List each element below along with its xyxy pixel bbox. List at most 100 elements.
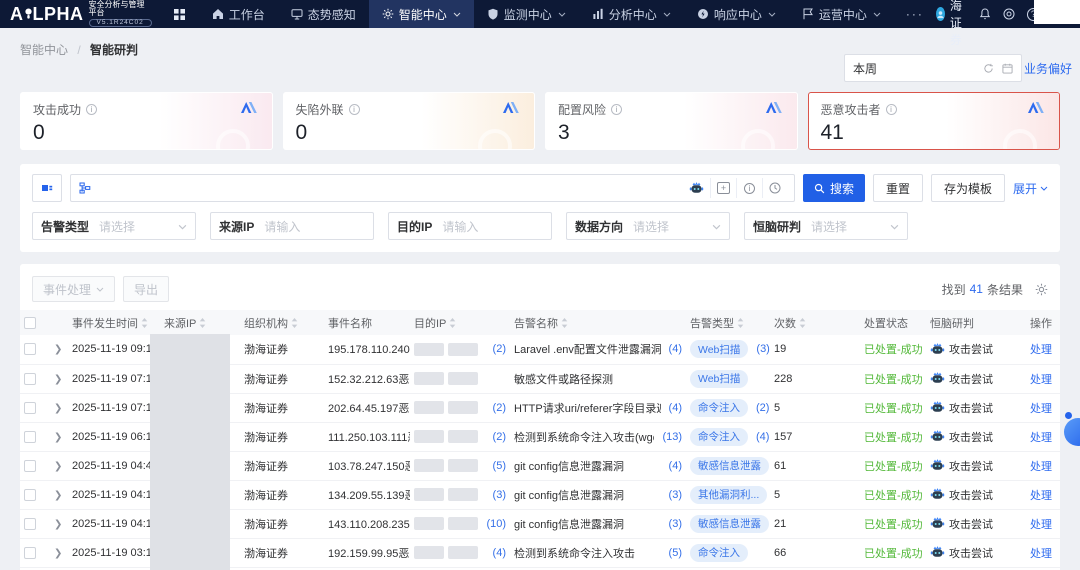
filter-3[interactable]: 数据方向 请选择 <box>566 212 730 240</box>
history-clock-icon[interactable] <box>761 178 788 198</box>
target-icon[interactable] <box>1003 8 1015 20</box>
card-title: 配置风险 <box>558 103 607 117</box>
export-button[interactable]: 导出 <box>123 276 170 302</box>
filter-1[interactable]: 来源IP 请输入 <box>210 212 374 240</box>
info-icon[interactable]: i <box>348 104 360 115</box>
nav-item-5[interactable]: 响应中心 <box>684 0 789 28</box>
save-template-button[interactable]: 存为模板 <box>930 174 1005 202</box>
col-header[interactable]: 告警名称 <box>510 310 686 335</box>
expand-link[interactable]: 展开 <box>1013 180 1048 197</box>
stat-card-3[interactable]: 恶意攻击者 i 41 <box>807 92 1060 150</box>
refresh-icon[interactable] <box>983 63 994 74</box>
hierarchy-icon[interactable] <box>79 182 91 194</box>
apps-grid-icon[interactable] <box>173 8 185 20</box>
expand-row-icon[interactable]: ❯ <box>54 374 62 385</box>
alert-name[interactable]: git config信息泄露漏洞 (3) <box>510 480 686 510</box>
col-header[interactable]: 来源IP <box>160 310 240 335</box>
nav-item-3[interactable]: 监测中心 <box>474 0 579 28</box>
row-checkbox[interactable] <box>24 401 36 414</box>
info-icon[interactable]: i <box>86 104 98 115</box>
col-header[interactable]: 告警类型 <box>686 310 770 335</box>
filter-4[interactable]: 恒脑研判 请选择 <box>744 212 908 240</box>
filter-2[interactable]: 目的IP 请输入 <box>388 212 552 240</box>
reset-button[interactable]: 重置 <box>872 174 923 202</box>
dest-ip <box>410 364 510 394</box>
row-checkbox[interactable] <box>24 430 36 443</box>
col-header[interactable]: 组织机构 <box>240 310 324 335</box>
handle-action-link[interactable]: 处理 <box>1030 374 1052 386</box>
nav-item-1[interactable]: 态势感知 <box>278 0 369 28</box>
expand-row-icon[interactable]: ❯ <box>54 403 62 414</box>
card-value: 0 <box>33 121 45 144</box>
col-header[interactable]: 事件发生时间 <box>68 310 160 335</box>
ai-verdict: 攻击尝试 <box>926 335 1026 365</box>
add-field-icon[interactable]: + <box>709 178 736 198</box>
expand-row-icon[interactable]: ❯ <box>54 344 62 355</box>
result-count-value: 41 <box>969 282 983 296</box>
stat-card-1[interactable]: 失陷外联 i 0 <box>282 92 535 150</box>
business-preference-link[interactable]: 业务偏好 <box>1024 60 1072 77</box>
search-button[interactable]: 搜索 <box>802 174 865 202</box>
handle-action-link[interactable]: 处理 <box>1030 490 1052 502</box>
view-toggle-button[interactable] <box>32 174 62 202</box>
alert-name[interactable]: Laravel .env配置文件泄露漏洞(CVE-201...(4) <box>510 335 686 365</box>
column-settings-icon[interactable] <box>1035 283 1048 296</box>
stat-cards: 攻击成功 i 0 失陷外联 i 0 配置风险 i 3 恶意攻击者 i 41 <box>20 92 1060 150</box>
occurrence-count: 21 <box>770 509 860 539</box>
select-all-checkbox[interactable] <box>20 310 50 335</box>
avatar <box>935 7 945 21</box>
handle-action-link[interactable]: 处理 <box>1030 461 1052 473</box>
nav-item-0[interactable]: 工作台 <box>199 0 278 28</box>
filter-0[interactable]: 告警类型 请选择 <box>32 212 196 240</box>
ai-assistant-icon[interactable] <box>684 178 710 198</box>
handle-action-link[interactable]: 处理 <box>1030 519 1052 531</box>
stat-card-0[interactable]: 攻击成功 i 0 <box>20 92 273 150</box>
expand-row-icon[interactable]: ❯ <box>54 519 62 530</box>
nav-item-4[interactable]: 分析中心 <box>579 0 684 28</box>
expand-row-icon[interactable]: ❯ <box>54 548 62 559</box>
handle-action-link[interactable]: 处理 <box>1030 432 1052 444</box>
alert-name[interactable]: 检测到系统命令注入攻击 (5) <box>510 538 686 568</box>
alert-name[interactable]: 敏感文件或路径探测 <box>510 364 686 394</box>
chevron-down-icon <box>870 219 899 233</box>
handle-action-link[interactable]: 处理 <box>1030 344 1052 356</box>
row-checkbox[interactable] <box>24 459 36 472</box>
row-checkbox[interactable] <box>24 546 36 559</box>
nav-item-2[interactable]: 智能中心 <box>368 0 474 28</box>
floating-assistant-button[interactable] <box>1064 418 1080 446</box>
row-checkbox[interactable] <box>24 372 36 385</box>
alert-name[interactable]: 检测到系统命令注入攻击(wget)(13) <box>510 422 686 452</box>
row-checkbox[interactable] <box>24 343 36 356</box>
expand-row-icon[interactable]: ❯ <box>54 461 62 472</box>
calendar-icon[interactable] <box>1002 63 1013 74</box>
alert-name[interactable]: HTTP请求uri/referer字段目录遍历(4) <box>510 393 686 423</box>
alert-name[interactable]: git config信息泄露漏洞 (3) <box>510 509 686 539</box>
logo-bulb-icon <box>24 8 32 21</box>
col-header[interactable]: 次数 <box>770 310 860 335</box>
stat-card-2[interactable]: 配置风险 i 3 <box>545 92 798 150</box>
card-title: 恶意攻击者 <box>820 103 881 117</box>
handle-action-link[interactable]: 处理 <box>1030 548 1052 560</box>
organization: 渤海证券 <box>240 480 324 510</box>
filter-row: 告警类型 请选择 来源IP 请输入 目的IP 请输入 数据方向 请选择 恒脑研判 请选择 <box>32 212 1048 240</box>
col-header[interactable]: 目的IP <box>410 310 510 335</box>
nav-more-button[interactable]: ··· <box>894 7 936 21</box>
info-icon[interactable]: i <box>885 104 897 115</box>
row-checkbox[interactable] <box>24 517 36 530</box>
time-range-select[interactable]: 本周 <box>844 54 1022 82</box>
event-handle-button[interactable]: 事件处理 <box>32 276 116 302</box>
info-icon[interactable]: i <box>735 178 762 198</box>
info-icon[interactable]: i <box>611 104 623 115</box>
search-input[interactable] <box>97 175 684 201</box>
nav-item-6[interactable]: 运营中心 <box>789 0 894 28</box>
row-checkbox[interactable] <box>24 488 36 501</box>
event-name: 134.209.55.139恶... <box>324 480 410 510</box>
handle-action-link[interactable]: 处理 <box>1030 403 1052 415</box>
expand-row-icon[interactable]: ❯ <box>54 490 62 501</box>
breadcrumb-parent[interactable]: 智能中心 <box>20 43 68 57</box>
bell-icon[interactable] <box>979 8 991 20</box>
card-value: 41 <box>820 121 844 144</box>
expand-row-icon[interactable]: ❯ <box>54 432 62 443</box>
alert-type: Web扫描 (3) <box>686 335 770 365</box>
alert-name[interactable]: git config信息泄露漏洞 (4) <box>510 451 686 481</box>
